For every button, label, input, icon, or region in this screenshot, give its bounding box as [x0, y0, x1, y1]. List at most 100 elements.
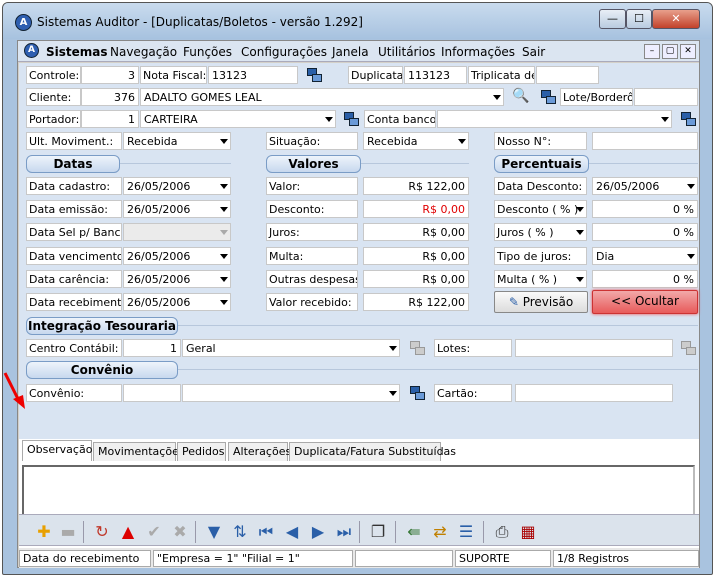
data-sel-banco-field[interactable]	[123, 223, 231, 241]
cartao-field[interactable]	[515, 384, 673, 402]
maximize-button[interactable]: ☐	[626, 9, 652, 29]
desconto-label: Desconto:	[266, 200, 358, 218]
convenio-code-field[interactable]	[123, 384, 181, 402]
data-desconto-field[interactable]: 26/05/2006	[592, 177, 698, 195]
previsao-button[interactable]: ✎ Previsão	[494, 291, 588, 313]
juros-field[interactable]: R$ 0,00	[363, 223, 469, 241]
next-icon[interactable]: ▶	[309, 523, 327, 541]
tab-movimentacoes[interactable]: Movimentações	[93, 442, 185, 461]
warning-icon[interactable]: ▲	[119, 523, 137, 541]
portador-lookup-icon[interactable]	[344, 112, 360, 128]
check-icon[interactable]: ✔	[145, 523, 163, 541]
tab-observacao[interactable]: Observação	[22, 440, 92, 461]
conta-banco-select[interactable]	[437, 110, 672, 128]
data-recebimento-field[interactable]: 26/05/2006	[123, 293, 231, 311]
remove-icon[interactable]: ▬	[59, 523, 77, 541]
situacao-select[interactable]: Recebida	[363, 132, 469, 150]
data-vencimento-field[interactable]: 26/05/2006	[123, 247, 231, 265]
multa-pct-select[interactable]: Multa ( % )	[494, 270, 587, 288]
menu-janela[interactable]: Janela	[332, 45, 369, 59]
mdi-minimize-button[interactable]: –	[644, 44, 660, 59]
multa-field[interactable]: R$ 0,00	[363, 247, 469, 265]
close-button[interactable]: ✕	[652, 9, 700, 29]
desconto-pct-field[interactable]: 0 %	[592, 200, 698, 218]
mdi-close-button[interactable]: ✕	[680, 44, 696, 59]
menu-utilitarios[interactable]: Utilitários	[378, 45, 435, 59]
convenio-select[interactable]	[182, 384, 400, 402]
multa-pct-field[interactable]: 0 %	[592, 270, 698, 288]
import-icon[interactable]: ⇚	[405, 523, 423, 541]
tab-alteracoes[interactable]: Alterações	[228, 442, 291, 461]
add-icon[interactable]: ✚	[35, 523, 53, 541]
data-cadastro-field[interactable]: 26/05/2006	[123, 177, 231, 195]
chevron-down-icon	[687, 184, 695, 189]
desconto-pct-select[interactable]: Desconto ( % )	[494, 200, 587, 218]
menu-configuracoes[interactable]: Configurações	[241, 45, 327, 59]
data-desconto-label: Data Desconto:	[494, 177, 587, 195]
outras-despesas-field[interactable]: R$ 0,00	[363, 270, 469, 288]
transfer-icon[interactable]: ⇄	[431, 523, 449, 541]
desconto-field[interactable]: R$ 0,00	[363, 200, 469, 218]
ult-moviment-select[interactable]: Recebida	[123, 132, 231, 150]
tab-pedidos[interactable]: Pedidos	[177, 442, 226, 461]
chevron-down-icon	[220, 184, 228, 189]
first-icon[interactable]: ⏮	[257, 523, 275, 541]
menu-navegacao[interactable]: Navegação	[110, 45, 177, 59]
data-emissao-label: Data emissão:	[26, 200, 122, 218]
mdi-restore-button[interactable]: ▢	[662, 44, 678, 59]
juros-pct-field[interactable]: 0 %	[592, 223, 698, 241]
tab-duplicata-substituidas[interactable]: Duplicata/Fatura Substituídas	[289, 442, 456, 461]
tipo-juros-select[interactable]: Dia	[592, 247, 698, 265]
search-icon[interactable]: 🔍	[512, 88, 529, 104]
portador-code-field[interactable]: 1	[81, 110, 139, 128]
list-icon[interactable]: ☰	[457, 523, 475, 541]
centro-contabil-select[interactable]: Geral	[182, 339, 400, 357]
data-emissao-value: 26/05/2006	[127, 203, 191, 216]
valor-field[interactable]: R$ 122,00	[363, 177, 469, 195]
multa-label: Multa:	[266, 247, 358, 265]
menu-funcoes[interactable]: Funções	[183, 45, 232, 59]
lote-label: Lote/Borderô:	[560, 88, 633, 106]
conta-lookup-icon[interactable]	[681, 112, 697, 128]
cliente-code-field[interactable]: 376	[81, 88, 139, 106]
lote-field[interactable]	[634, 88, 698, 106]
portador-select[interactable]: CARTEIRA	[140, 110, 336, 128]
nota-lookup-icon[interactable]	[307, 68, 323, 84]
duplicata-field[interactable]: 113123	[404, 66, 467, 84]
valor-recebido-field[interactable]: R$ 122,00	[363, 293, 469, 311]
calendar-icon[interactable]: ▦	[519, 523, 537, 541]
nosso-numero-field[interactable]	[592, 132, 698, 150]
ocultar-button[interactable]: << Ocultar	[592, 290, 698, 314]
triplicata-field[interactable]	[536, 66, 599, 84]
copy-icon[interactable]: ❐	[369, 523, 387, 541]
lotes-lookup-icon[interactable]	[681, 341, 697, 357]
centro-lookup-icon[interactable]	[410, 341, 426, 357]
data-carencia-field[interactable]: 26/05/2006	[123, 270, 231, 288]
chevron-down-icon	[220, 254, 228, 259]
situacao-label: Situação:	[266, 132, 358, 150]
status-field-name: Data do recebimento	[19, 550, 151, 567]
status-records: 1/8 Registros	[553, 550, 699, 567]
minimize-button[interactable]: —	[599, 9, 626, 29]
last-icon[interactable]: ⏭	[335, 523, 353, 541]
menu-informacoes[interactable]: Informações	[441, 45, 515, 59]
prev-icon[interactable]: ◀	[283, 523, 301, 541]
data-emissao-field[interactable]: 26/05/2006	[123, 200, 231, 218]
centro-contabil-code[interactable]: 1	[123, 339, 181, 357]
refresh-icon[interactable]: ↻	[93, 523, 111, 541]
filter-icon[interactable]: ▼	[205, 523, 223, 541]
cliente-lookup-icon[interactable]	[541, 90, 557, 106]
sort-icon[interactable]: ⇅	[231, 523, 249, 541]
cliente-select[interactable]: ADALTO GOMES LEAL	[140, 88, 504, 106]
controle-field[interactable]: 3	[81, 66, 139, 84]
valor-label: Valor:	[266, 177, 358, 195]
juros-pct-select[interactable]: Juros ( % )	[494, 223, 587, 241]
lotes-field[interactable]	[515, 339, 673, 357]
nota-fiscal-field[interactable]: 13123	[208, 66, 298, 84]
cancel-icon[interactable]: ✖	[171, 523, 189, 541]
menu-sair[interactable]: Sair	[522, 45, 545, 59]
menu-sistemas[interactable]: Sistemas	[46, 45, 108, 59]
print-icon[interactable]: ⎙	[493, 523, 511, 541]
convenio-lookup-icon[interactable]	[410, 386, 426, 402]
chevron-down-icon	[493, 95, 501, 100]
